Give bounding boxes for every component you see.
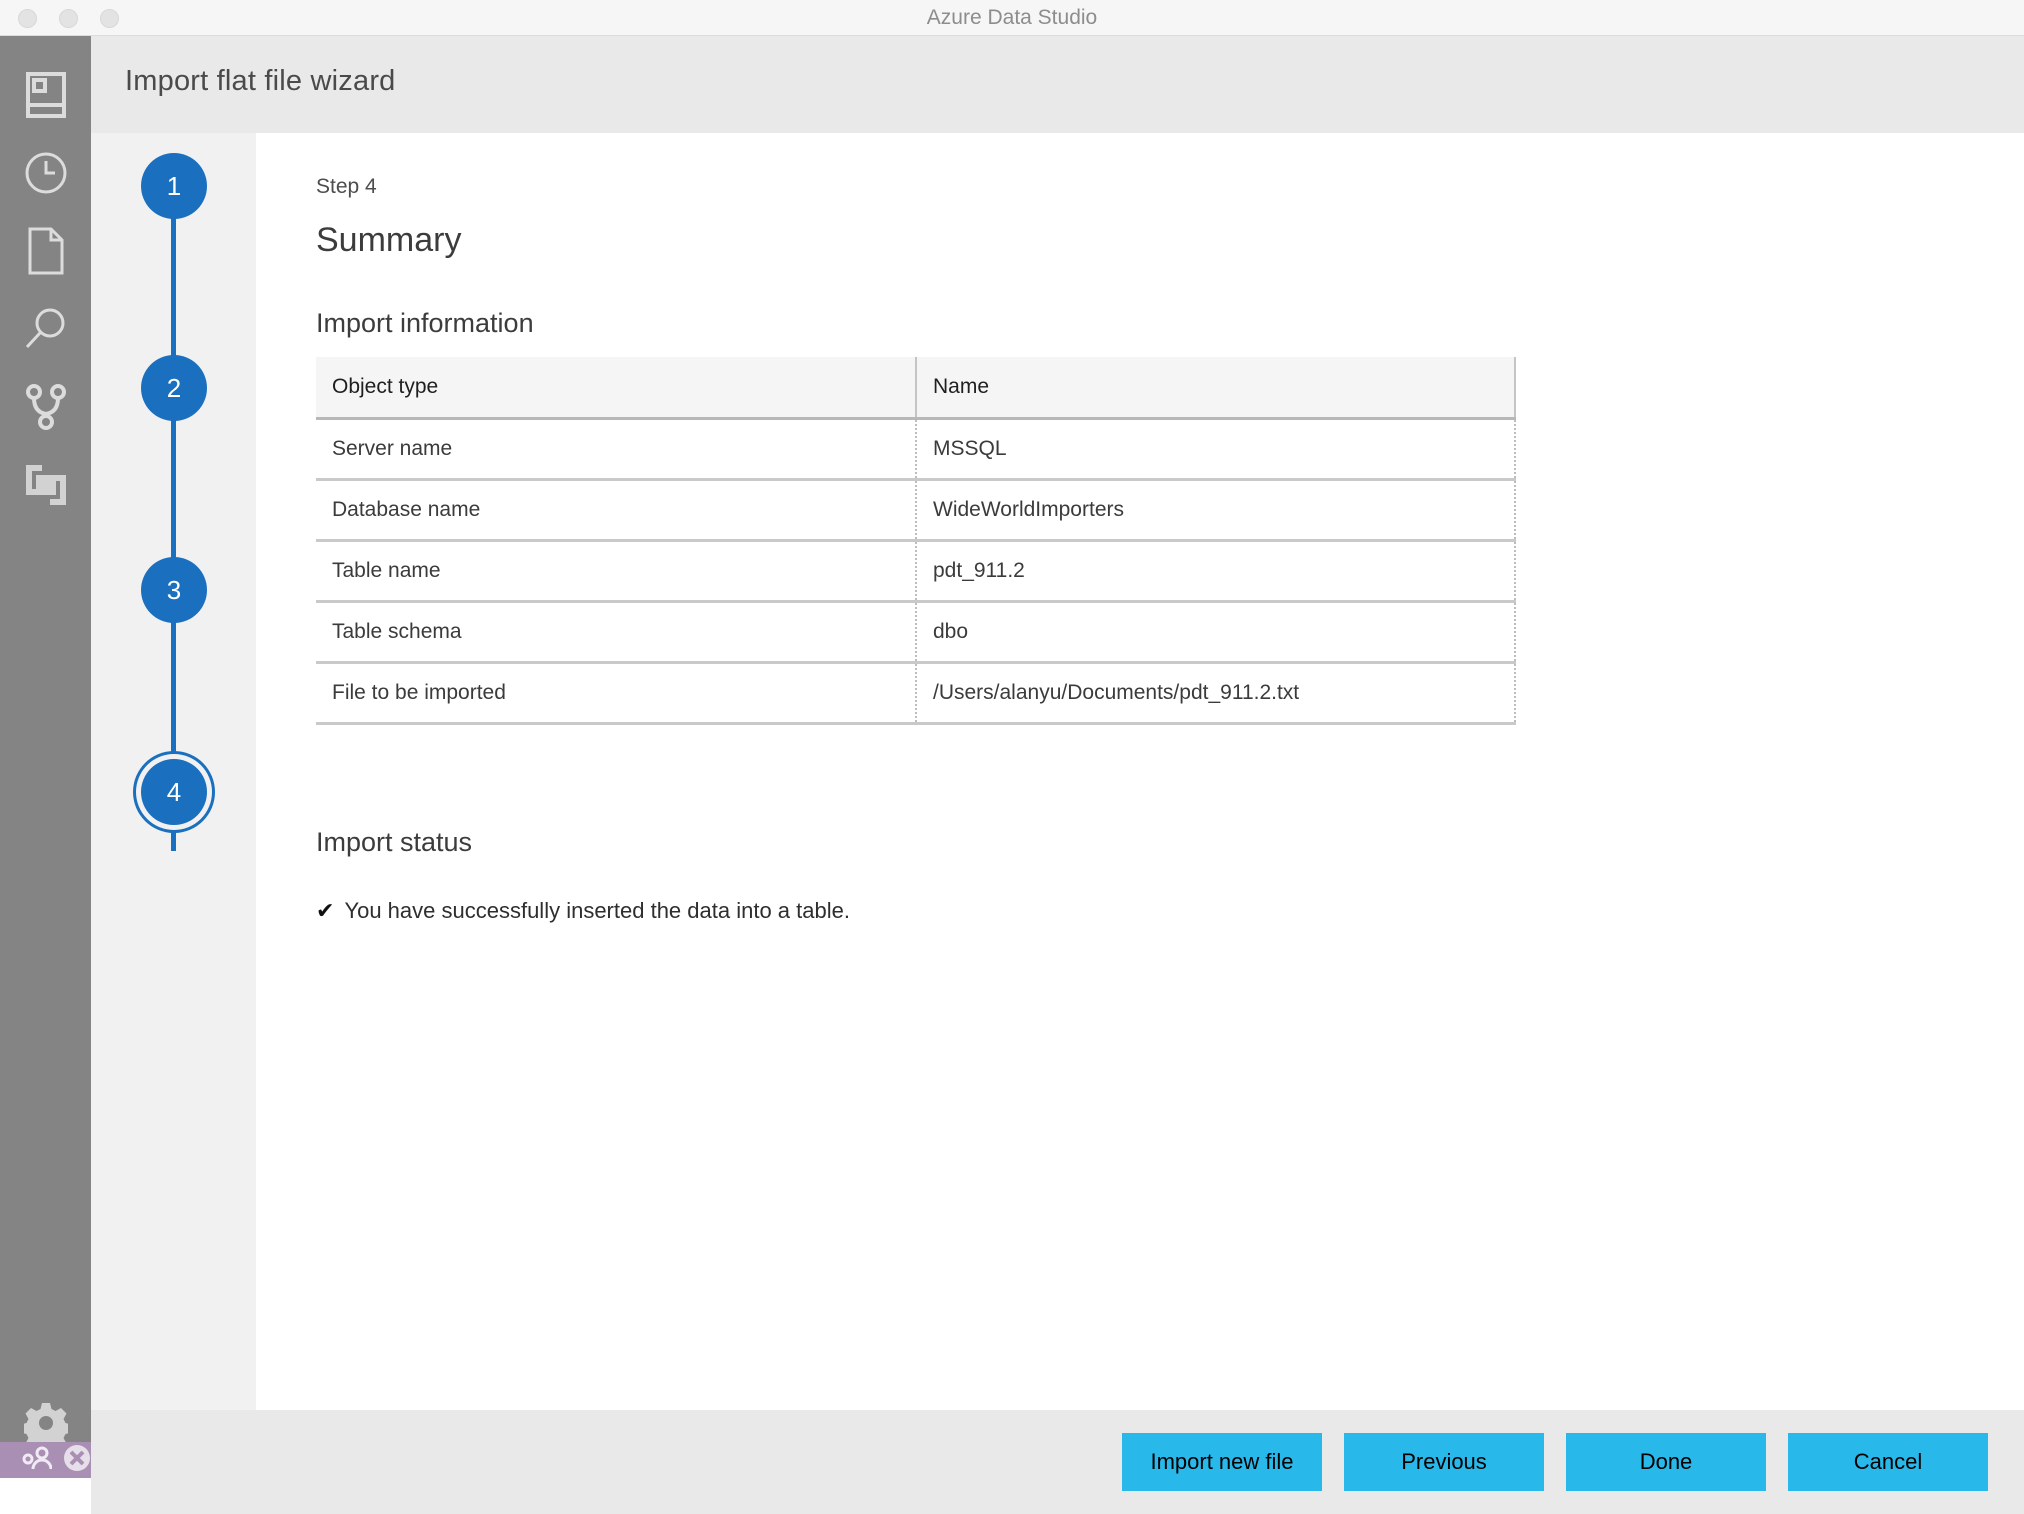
cell-name: MSSQL: [916, 418, 1516, 481]
cell-name: dbo: [916, 601, 1516, 664]
search-icon: [23, 306, 69, 352]
column-header-name: Name: [916, 357, 1516, 420]
import-information-table: Object type Name Server name MSSQL Datab…: [316, 357, 1516, 725]
activity-item-notebooks[interactable]: [0, 212, 91, 290]
gear-icon: [23, 1401, 68, 1445]
wizard-step-rail: 1 2 3 4: [91, 133, 256, 1410]
table-row: File to be imported /Users/alanyu/Docume…: [316, 662, 1516, 725]
cell-object-type: Server name: [316, 418, 917, 481]
column-header-object-type: Object type: [316, 357, 917, 420]
activity-bar: [0, 36, 91, 1478]
table-row: Table schema dbo: [316, 601, 1516, 664]
account-icon[interactable]: [22, 1446, 53, 1475]
page-title: Summary: [316, 221, 462, 259]
activity-item-source-control[interactable]: [0, 368, 91, 446]
table-row: Server name MSSQL: [316, 418, 1516, 481]
history-clock-icon: [23, 150, 69, 196]
servers-icon: [25, 72, 66, 118]
cell-object-type: File to be imported: [316, 662, 917, 725]
cell-name: pdt_911.2: [916, 540, 1516, 603]
table-row: Table name pdt_911.2: [316, 540, 1516, 603]
cell-name: WideWorldImporters: [916, 479, 1516, 542]
wizard-step-1[interactable]: 1: [141, 153, 207, 219]
wizard-step-3[interactable]: 3: [141, 557, 207, 623]
cell-object-type: Table schema: [316, 601, 917, 664]
wizard-title: Import flat file wizard: [125, 65, 396, 97]
import-new-file-button[interactable]: Import new file: [1122, 1433, 1322, 1491]
import-information-heading: Import information: [316, 308, 534, 338]
cell-name: /Users/alanyu/Documents/pdt_911.2.txt: [916, 662, 1516, 725]
status-bar: [0, 1442, 91, 1478]
extensions-icon: [24, 463, 68, 507]
activity-item-history[interactable]: [0, 134, 91, 212]
done-button[interactable]: Done: [1566, 1433, 1766, 1491]
cell-object-type: Database name: [316, 479, 917, 542]
import-status-section: Import status ✔ You have successfully in…: [316, 827, 2024, 924]
wizard-step-2[interactable]: 2: [141, 355, 207, 421]
window-title: Azure Data Studio: [926, 6, 1098, 29]
wizard-header: Import flat file wizard: [91, 36, 2024, 133]
error-circle-icon[interactable]: [62, 1443, 92, 1478]
step-label: Step 4: [316, 175, 377, 198]
activity-item-search[interactable]: [0, 290, 91, 368]
import-status-message-row: ✔ You have successfully inserted the dat…: [316, 898, 2024, 924]
notebook-file-icon: [26, 227, 66, 275]
cell-object-type: Table name: [316, 540, 917, 603]
wizard-footer: Import new file Previous Done Cancel: [91, 1410, 2024, 1514]
step-connector-line: [171, 186, 176, 851]
wizard-step-4[interactable]: 4: [141, 759, 207, 825]
app-window: Azure Data Studio Import flat file wizar…: [0, 0, 2024, 1514]
previous-button[interactable]: Previous: [1344, 1433, 1544, 1491]
table-row: Database name WideWorldImporters: [316, 479, 1516, 542]
activity-item-servers[interactable]: [0, 56, 91, 134]
table-header-row: Object type Name: [316, 357, 1516, 420]
success-check-icon: ✔: [316, 898, 335, 923]
import-status-message: You have successfully inserted the data …: [344, 898, 850, 923]
activity-item-extensions[interactable]: [0, 446, 91, 524]
wizard-content: Step 4 Summary Import information Object…: [256, 133, 2024, 1410]
import-status-heading: Import status: [316, 827, 473, 857]
window-titlebar: Azure Data Studio: [0, 0, 2024, 36]
source-control-branch-icon: [24, 384, 68, 430]
cancel-button[interactable]: Cancel: [1788, 1433, 1988, 1491]
